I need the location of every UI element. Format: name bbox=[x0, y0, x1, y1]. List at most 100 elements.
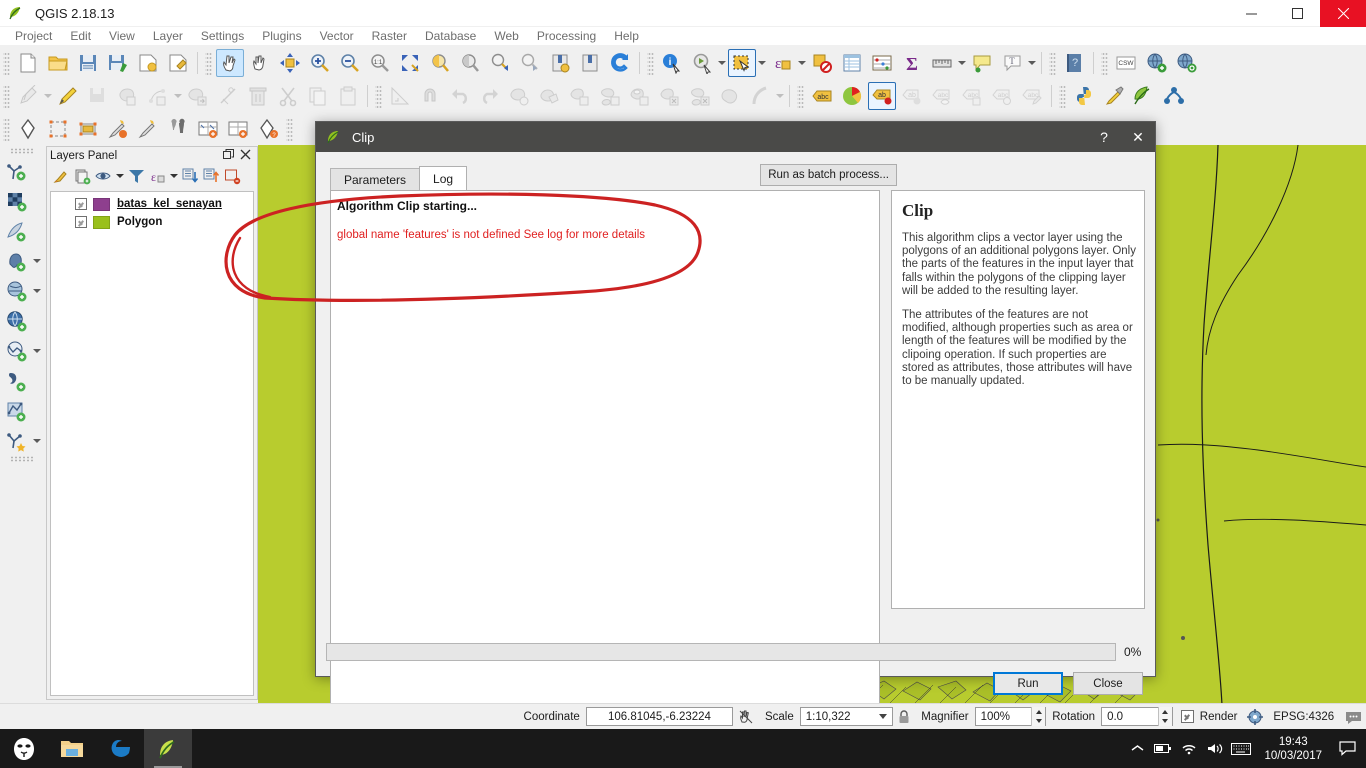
composer-manager-icon[interactable] bbox=[164, 49, 192, 77]
run-as-batch-button[interactable]: Run as batch process... bbox=[760, 164, 897, 186]
highlight-pinned-labels-icon[interactable]: ab bbox=[868, 82, 896, 110]
zoom-to-selection-icon[interactable] bbox=[426, 49, 454, 77]
new-virtual-layer-icon[interactable] bbox=[134, 115, 162, 143]
menu-edit[interactable]: Edit bbox=[61, 27, 100, 45]
zoom-last-icon[interactable] bbox=[486, 49, 514, 77]
toggle-editing-icon[interactable] bbox=[54, 82, 82, 110]
menu-database[interactable]: Database bbox=[416, 27, 485, 45]
save-project-icon[interactable] bbox=[74, 49, 102, 77]
redo-icon[interactable] bbox=[476, 82, 504, 110]
start-button[interactable] bbox=[0, 729, 48, 768]
filter-legend-icon[interactable] bbox=[126, 166, 146, 186]
add-part-icon[interactable] bbox=[144, 82, 172, 110]
save-project-as-icon[interactable] bbox=[104, 49, 132, 77]
chevron-down-icon[interactable] bbox=[874, 714, 892, 719]
menu-help[interactable]: Help bbox=[605, 27, 648, 45]
show-bookmarks-icon[interactable] bbox=[576, 49, 604, 77]
menu-raster[interactable]: Raster bbox=[363, 27, 416, 45]
minimize-button[interactable] bbox=[1228, 0, 1274, 27]
toolbar-grip[interactable] bbox=[3, 50, 10, 75]
show-hidden-icons-icon[interactable] bbox=[1124, 729, 1150, 768]
pan-map-icon[interactable] bbox=[246, 49, 274, 77]
magnifier-input[interactable]: 100% bbox=[974, 707, 1047, 726]
open-project-icon[interactable] bbox=[44, 49, 72, 77]
scale-combo[interactable]: 1:10,322 bbox=[799, 707, 894, 726]
fill-ring-icon[interactable] bbox=[626, 82, 654, 110]
toolbar-grip[interactable] bbox=[286, 116, 293, 141]
layer-visibility-checkbox[interactable] bbox=[75, 216, 87, 228]
taskbar-clock[interactable]: 19:43 10/03/2017 bbox=[1254, 735, 1332, 763]
toolbar-grip[interactable] bbox=[1101, 50, 1108, 75]
add-wms-wmts-layer-icon[interactable] bbox=[3, 277, 31, 305]
chevron-down-icon[interactable] bbox=[757, 49, 767, 77]
toolbar-grip[interactable] bbox=[797, 84, 804, 108]
toolbar-grip[interactable] bbox=[375, 84, 382, 108]
layers-list[interactable]: batas_kel_senayan Polygon bbox=[50, 191, 254, 696]
copy-features-icon[interactable] bbox=[304, 82, 332, 110]
metasearch-csw-icon[interactable]: CSW bbox=[1112, 49, 1140, 77]
file-explorer-button[interactable] bbox=[48, 729, 96, 768]
add-part-feature-icon[interactable] bbox=[596, 82, 624, 110]
wms-identify-icon[interactable] bbox=[1172, 49, 1200, 77]
wifi-icon[interactable] bbox=[1176, 729, 1202, 768]
add-virtual-layer-icon[interactable] bbox=[3, 427, 31, 455]
add-raster-layer-icon[interactable] bbox=[3, 187, 31, 215]
chevron-down-icon[interactable] bbox=[797, 49, 807, 77]
zoom-next-icon[interactable] bbox=[516, 49, 544, 77]
rotate-feature-icon[interactable] bbox=[506, 82, 534, 110]
change-label-icon[interactable]: abc bbox=[1018, 82, 1046, 110]
layer-visibility-checkbox[interactable] bbox=[75, 198, 87, 210]
toolbar-grip[interactable] bbox=[3, 84, 10, 108]
move-feature-icon[interactable] bbox=[184, 82, 212, 110]
new-shapefile-layer-icon[interactable] bbox=[14, 115, 42, 143]
new-project-icon[interactable] bbox=[14, 49, 42, 77]
layer-name[interactable]: batas_kel_senayan bbox=[117, 198, 222, 210]
rotation-stepper[interactable] bbox=[1157, 707, 1172, 726]
render-checkbox[interactable] bbox=[1180, 710, 1194, 723]
undock-icon[interactable] bbox=[223, 148, 234, 163]
magnifier-stepper[interactable] bbox=[1031, 707, 1046, 726]
battery-icon[interactable] bbox=[1150, 729, 1176, 768]
advanced-digitizing-icon[interactable] bbox=[386, 82, 414, 110]
remove-layer-icon[interactable] bbox=[222, 166, 242, 186]
menu-layer[interactable]: Layer bbox=[144, 27, 192, 45]
run-button[interactable]: Run bbox=[993, 672, 1063, 695]
help-contents-icon[interactable]: ? bbox=[1060, 49, 1088, 77]
expression-filter-icon[interactable]: ε bbox=[147, 166, 167, 186]
enable-snapping-icon[interactable] bbox=[416, 82, 444, 110]
delete-ring-icon[interactable] bbox=[656, 82, 684, 110]
show-hide-labels-icon[interactable]: abc bbox=[928, 82, 956, 110]
zoom-out-icon[interactable] bbox=[336, 49, 364, 77]
select-by-expression-icon[interactable]: ε bbox=[768, 49, 796, 77]
toolbar-grip[interactable] bbox=[1049, 50, 1056, 75]
zoom-to-layer-icon[interactable] bbox=[456, 49, 484, 77]
chevron-down-icon[interactable] bbox=[717, 49, 727, 77]
close-icon[interactable] bbox=[240, 149, 251, 163]
open-layer-styling-icon[interactable] bbox=[51, 166, 71, 186]
reshape-features-icon[interactable] bbox=[716, 82, 744, 110]
paste-features-icon[interactable] bbox=[334, 82, 362, 110]
add-wcs-layer-icon[interactable] bbox=[3, 307, 31, 335]
delete-selected-icon[interactable] bbox=[244, 82, 272, 110]
menu-web[interactable]: Web bbox=[485, 27, 527, 45]
statistical-summary-icon[interactable]: Σ bbox=[898, 49, 926, 77]
add-wfs-layer-icon[interactable] bbox=[3, 337, 31, 365]
run-feature-action-icon[interactable] bbox=[688, 49, 716, 77]
deselect-features-icon[interactable] bbox=[808, 49, 836, 77]
menu-processing[interactable]: Processing bbox=[528, 27, 605, 45]
chevron-down-icon[interactable] bbox=[43, 82, 53, 110]
identify-features-icon[interactable]: i bbox=[658, 49, 686, 77]
add-wms-layer-icon[interactable] bbox=[1142, 49, 1170, 77]
list-item[interactable]: Polygon bbox=[51, 213, 253, 231]
toolbar-grip[interactable] bbox=[10, 456, 34, 462]
add-spatialite-layer-icon[interactable] bbox=[3, 367, 31, 395]
menu-view[interactable]: View bbox=[100, 27, 144, 45]
offset-curve-icon[interactable] bbox=[746, 82, 774, 110]
chevron-down-icon[interactable] bbox=[32, 277, 42, 305]
menu-settings[interactable]: Settings bbox=[192, 27, 253, 45]
rotation-input[interactable]: 0.0 bbox=[1101, 707, 1173, 726]
delete-part-icon[interactable] bbox=[686, 82, 714, 110]
toolbar-grip[interactable] bbox=[1059, 84, 1066, 108]
add-group-icon[interactable] bbox=[72, 166, 92, 186]
processing-toolbox-icon[interactable] bbox=[1160, 82, 1188, 110]
